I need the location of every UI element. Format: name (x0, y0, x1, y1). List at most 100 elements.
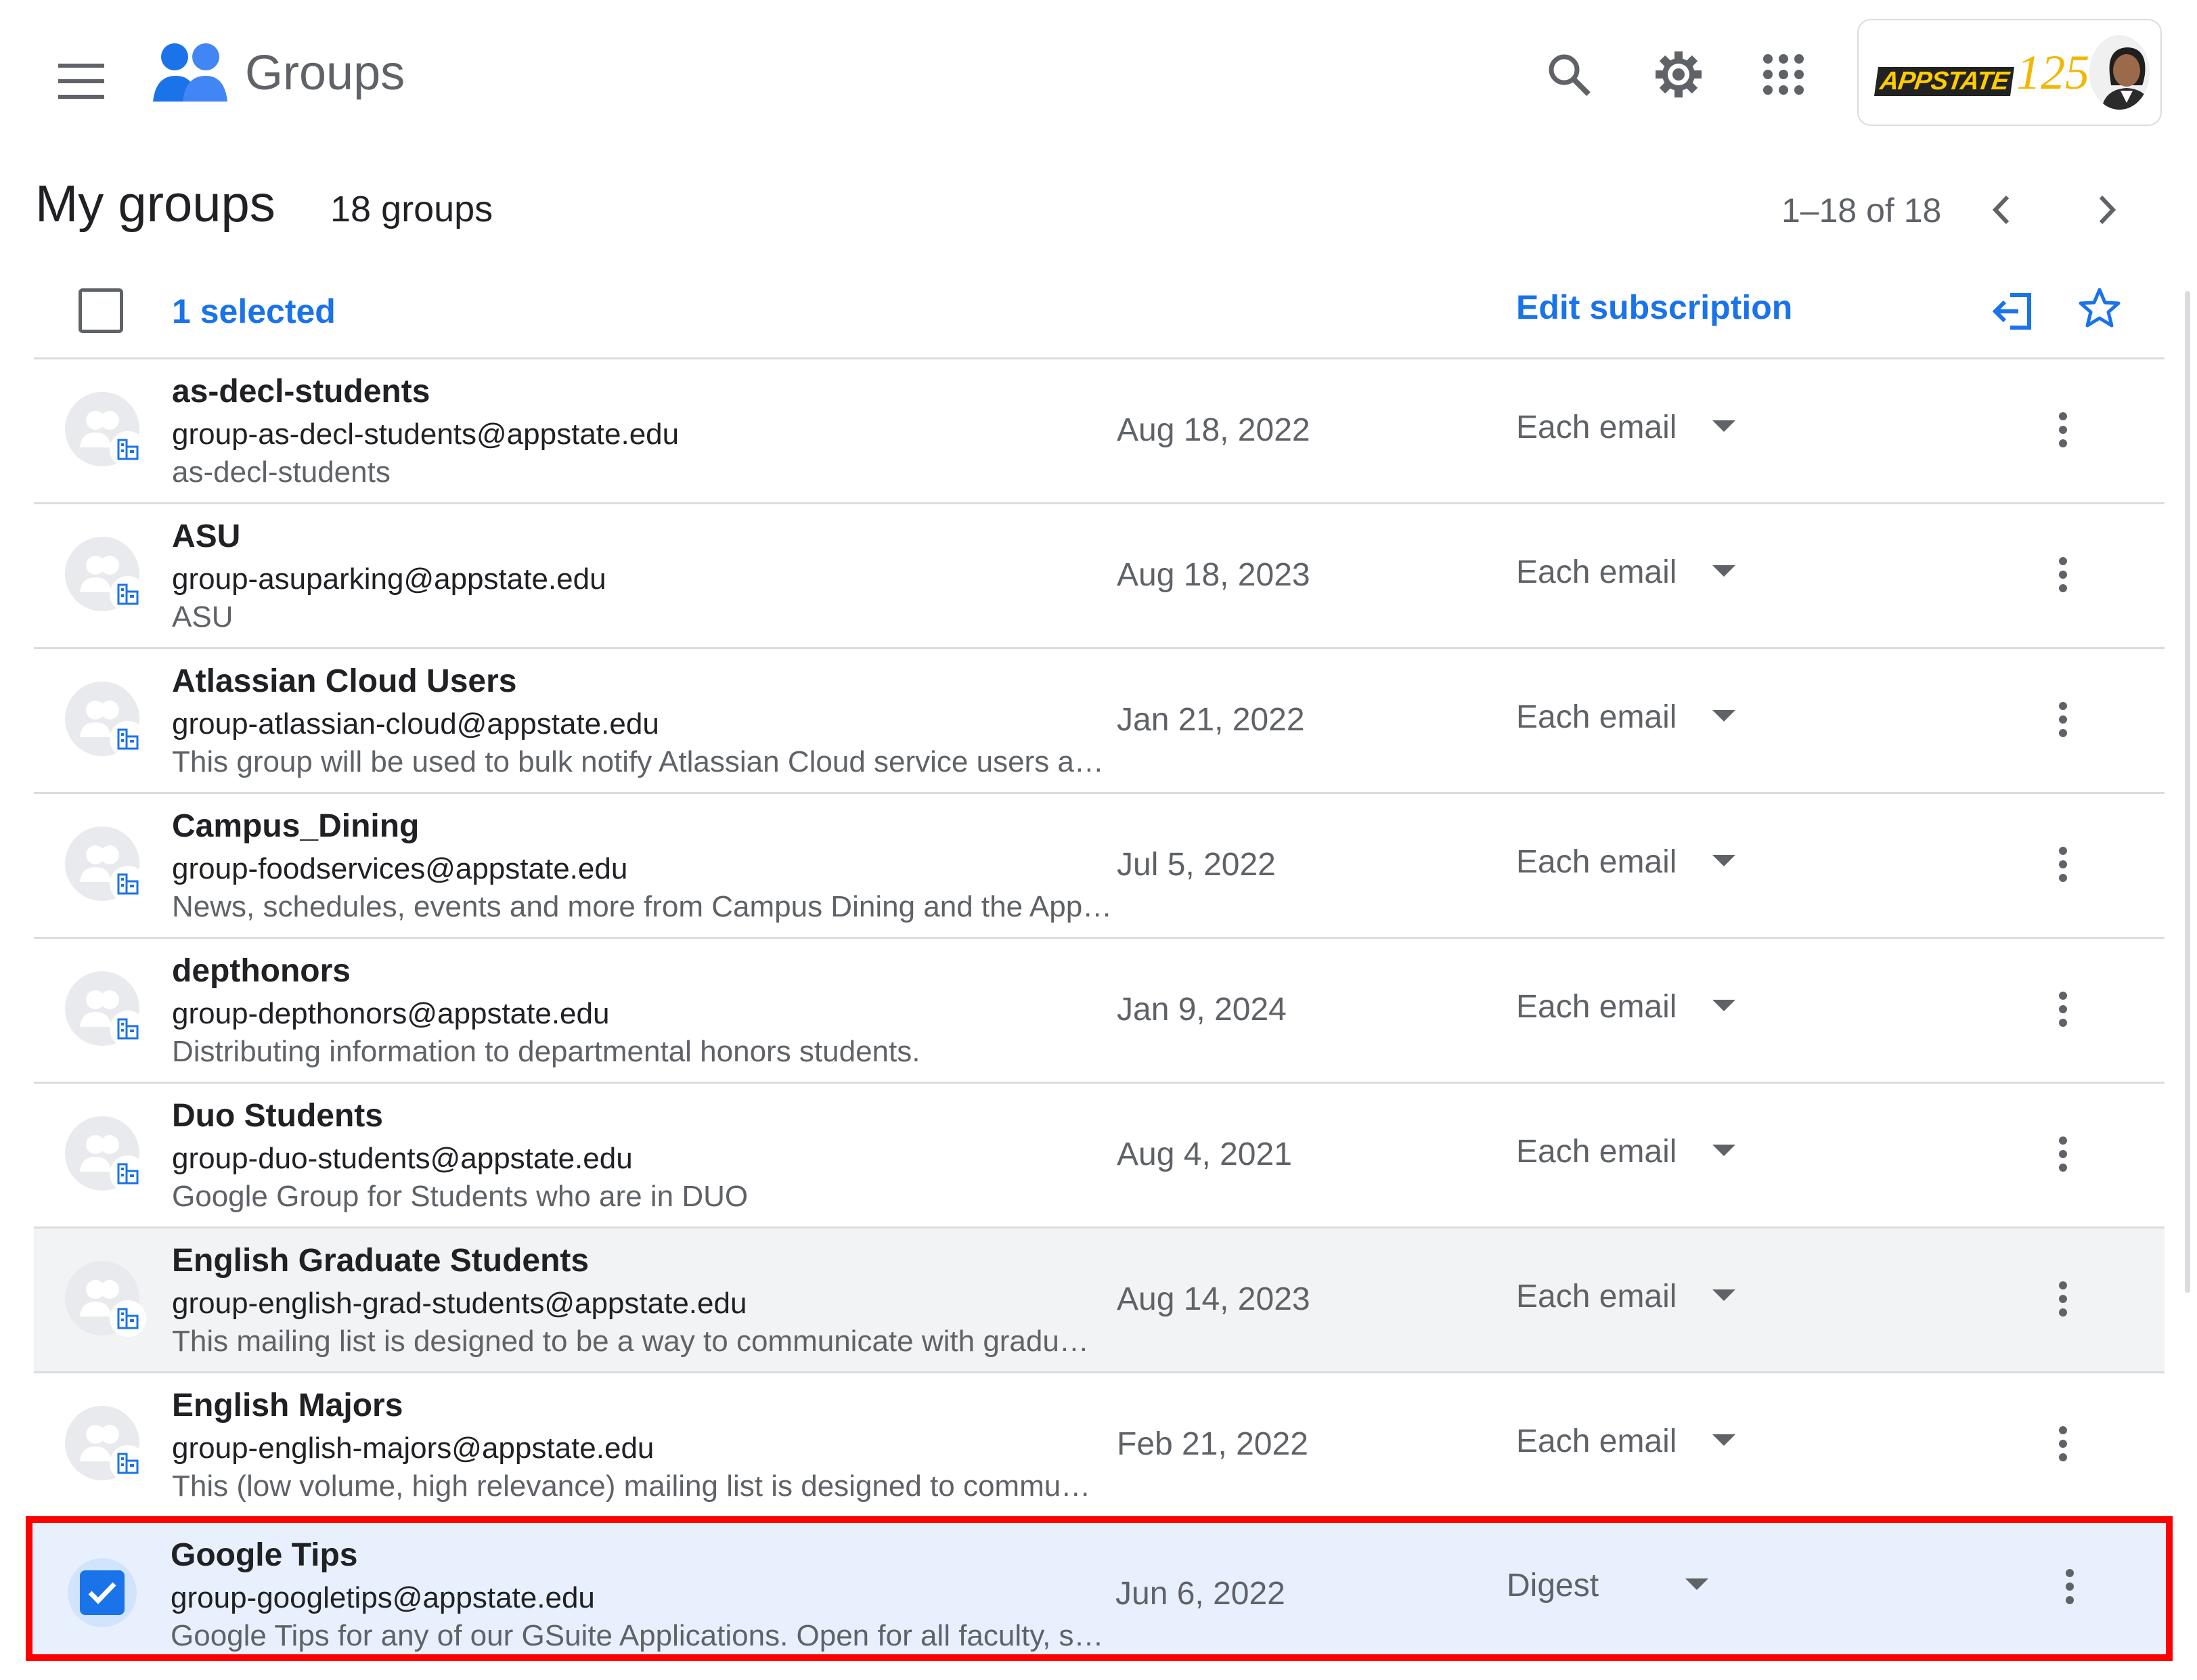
main-menu-button[interactable] (47, 47, 115, 115)
chevron-left-icon (1992, 195, 2010, 225)
dropdown-arrow-icon[interactable] (1712, 855, 1735, 866)
subscription-dropdown[interactable]: Each email (1516, 1269, 1677, 1323)
dropdown-arrow-icon[interactable] (1712, 1434, 1735, 1446)
group-email: group-as-decl-students@appstate.edu (172, 418, 680, 451)
select-all-checkbox[interactable] (79, 288, 123, 333)
settings-button[interactable] (1645, 41, 1712, 108)
subscription-dropdown[interactable]: Each email (1516, 690, 1677, 744)
org-brand-number: 125 (2016, 45, 2090, 100)
page-title: My groups (35, 175, 275, 233)
dropdown-arrow-icon[interactable] (1712, 420, 1735, 432)
group-email: group-english-majors@appstate.edu (172, 1432, 654, 1465)
subscription-dropdown[interactable]: Digest (1507, 1558, 1599, 1612)
group-name[interactable]: English Graduate Students (172, 1239, 589, 1283)
group-row[interactable]: English Graduate Students group-english-… (34, 1226, 2165, 1371)
more-vert-icon (2059, 557, 2067, 592)
org-brand-text: APPSTATE (1873, 67, 2015, 96)
group-row[interactable]: Atlassian Cloud Users group-atlassian-cl… (34, 647, 2165, 792)
more-options-button[interactable] (2036, 1265, 2090, 1333)
group-row[interactable]: English Majors group-english-majors@apps… (34, 1371, 2165, 1516)
group-row[interactable]: ASU group-asuparking@appstate.edu ASU Au… (34, 502, 2165, 647)
group-description: This (low volume, high relevance) mailin… (172, 1469, 1091, 1503)
next-page-button[interactable] (2077, 179, 2137, 240)
favorite-button[interactable] (2066, 274, 2133, 342)
group-name[interactable]: Atlassian Cloud Users (172, 660, 516, 703)
account-switcher[interactable]: APPSTATE 125 (1857, 19, 2162, 126)
more-options-button[interactable] (2036, 686, 2090, 753)
edit-subscription-button[interactable]: Edit subscription (1516, 279, 1792, 336)
search-icon (1549, 54, 1591, 96)
more-options-button[interactable] (2043, 1553, 2097, 1620)
group-name[interactable]: ASU (172, 515, 240, 558)
group-row[interactable]: Campus_Dining group-foodservices@appstat… (34, 792, 2165, 937)
join-date: Aug 18, 2023 (1117, 557, 1310, 593)
group-name[interactable]: depthonors (172, 950, 351, 993)
dropdown-arrow-icon[interactable] (1712, 710, 1735, 722)
group-email: group-googletips@appstate.edu (171, 1581, 595, 1614)
more-options-button[interactable] (2036, 1410, 2090, 1478)
group-name[interactable]: English Majors (172, 1384, 403, 1428)
group-name[interactable]: Campus_Dining (172, 805, 419, 848)
subscription-dropdown[interactable]: Each email (1516, 400, 1677, 454)
previous-page-button[interactable] (1971, 179, 2032, 240)
more-options-button[interactable] (2036, 1120, 2090, 1188)
group-description: This group will be used to bulk notify A… (172, 745, 1104, 778)
group-row[interactable]: Duo Students group-duo-students@appstate… (34, 1082, 2165, 1226)
gear-icon (1656, 51, 1702, 97)
apps-grid-icon (1763, 54, 1804, 95)
avatar[interactable] (2089, 35, 2150, 110)
leave-group-icon (1993, 293, 2031, 330)
more-options-button[interactable] (2036, 831, 2090, 898)
dropdown-arrow-icon[interactable] (1712, 1000, 1735, 1011)
more-vert-icon (2059, 1136, 2067, 1172)
group-name[interactable]: Google Tips (171, 1534, 357, 1577)
organization-badge (110, 1445, 146, 1482)
app-title[interactable]: Groups (245, 39, 405, 107)
subscription-dropdown[interactable]: Each email (1516, 1124, 1677, 1178)
subscription-dropdown[interactable]: Each email (1516, 545, 1677, 599)
organization-badge (110, 1011, 146, 1047)
building-icon (117, 1308, 139, 1329)
organization-badge (110, 721, 146, 757)
building-icon (117, 1453, 139, 1474)
pagination-range: 1–18 of 18 (1781, 192, 1942, 229)
group-email: group-asuparking@appstate.edu (172, 562, 606, 596)
dropdown-arrow-icon[interactable] (1712, 1289, 1735, 1301)
more-vert-icon (2059, 412, 2067, 447)
organization-badge (110, 1155, 146, 1192)
dropdown-arrow-icon[interactable] (1712, 1145, 1735, 1156)
join-date: Jun 6, 2022 (1115, 1576, 1285, 1612)
user-avatar-icon (2089, 35, 2150, 110)
row-checkbox[interactable] (68, 1558, 137, 1627)
more-options-button[interactable] (2036, 396, 2090, 464)
group-row[interactable]: as-decl-students group-as-decl-students@… (34, 357, 2165, 502)
group-email: group-english-grad-students@appstate.edu (172, 1287, 747, 1320)
more-options-button[interactable] (2036, 541, 2090, 609)
subscription-dropdown[interactable]: Each email (1516, 979, 1677, 1034)
group-row[interactable]: depthonors group-depthonors@appstate.edu… (34, 937, 2165, 1082)
more-vert-icon (2059, 1426, 2067, 1461)
org-logo: APPSTATE 125 (1873, 45, 2090, 100)
group-name[interactable]: as-decl-students (172, 370, 430, 414)
subscription-dropdown[interactable]: Each email (1516, 1414, 1677, 1468)
join-date: Jan 21, 2022 (1117, 702, 1305, 738)
group-description: ASU (172, 600, 234, 634)
group-row-selected[interactable]: Google Tips group-googletips@appstate.ed… (26, 1516, 2173, 1661)
google-apps-button[interactable] (1750, 41, 1817, 108)
group-email: group-depthonors@appstate.edu (172, 997, 610, 1030)
subscription-dropdown[interactable]: Each email (1516, 835, 1677, 889)
scrollbar[interactable] (2185, 291, 2190, 1293)
selection-count: 1 selected (172, 292, 336, 330)
group-name[interactable]: Duo Students (172, 1095, 383, 1138)
dropdown-arrow-icon[interactable] (1685, 1578, 1708, 1590)
more-options-button[interactable] (2036, 975, 2090, 1043)
group-email: group-duo-students@appstate.edu (172, 1142, 633, 1175)
checkbox-checked[interactable] (80, 1570, 125, 1615)
leave-group-button[interactable] (1979, 278, 2047, 345)
groups-logo[interactable] (149, 34, 230, 115)
group-email: group-atlassian-cloud@appstate.edu (172, 707, 659, 740)
join-date: Aug 18, 2022 (1117, 412, 1310, 448)
search-button[interactable] (1535, 41, 1603, 108)
dropdown-arrow-icon[interactable] (1712, 565, 1735, 577)
group-description: News, schedules, events and more from Ca… (172, 890, 1113, 923)
